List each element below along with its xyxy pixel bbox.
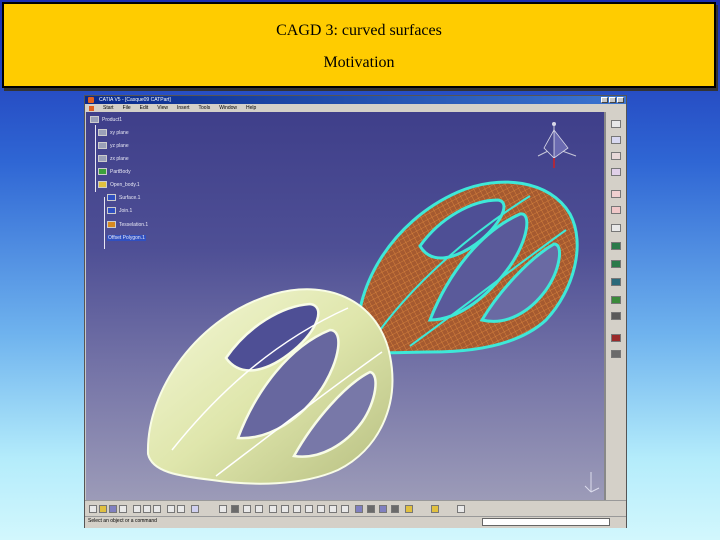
tree-item-xy-plane[interactable]: xy plane: [98, 129, 129, 136]
fit-all-icon[interactable]: [281, 505, 289, 513]
slide-subtitle: Motivation: [323, 54, 395, 71]
analysis-icon[interactable]: [611, 350, 621, 358]
menu-help[interactable]: Help: [246, 105, 256, 111]
menu-bar: Start File Edit View Insert Tools Window…: [85, 104, 626, 112]
window-title: CATIA V5 - [Casque09 CATPart]: [99, 97, 171, 103]
status-bar: Select an object or a command: [85, 516, 626, 528]
open-body-icon: [98, 181, 107, 188]
paste-icon[interactable]: [153, 505, 161, 513]
axis-indicator-icon: [584, 472, 600, 493]
zoom-in-icon[interactable]: [317, 505, 325, 513]
catia-window: CATIA V5 - [Casque09 CATPart] Start File…: [84, 95, 627, 528]
rotate-icon[interactable]: [305, 505, 313, 513]
shading-icon[interactable]: [367, 505, 375, 513]
command-input[interactable]: [482, 518, 610, 526]
right-toolbar: [605, 112, 626, 500]
menu-edit[interactable]: Edit: [140, 105, 149, 111]
measure-icon[interactable]: [231, 505, 239, 513]
close-button[interactable]: [617, 97, 624, 103]
redo-icon[interactable]: [177, 505, 185, 513]
curve-icon[interactable]: [611, 168, 621, 176]
menu-file[interactable]: File: [123, 105, 131, 111]
3d-viewport[interactable]: Product1 xy plane yz plane zx plane Part…: [86, 112, 607, 500]
layer-icon[interactable]: [457, 505, 465, 513]
print-icon[interactable]: [119, 505, 127, 513]
tree-item-surface[interactable]: Surface.1: [107, 194, 140, 201]
plane-icon: [98, 142, 107, 149]
material-icon[interactable]: [405, 505, 413, 513]
tree-item-open-body[interactable]: Open_body.1: [98, 181, 140, 188]
trim-icon[interactable]: [611, 312, 621, 320]
copy-icon[interactable]: [143, 505, 151, 513]
hide-show-icon[interactable]: [243, 505, 251, 513]
revolve-icon[interactable]: [611, 206, 621, 214]
menu-view[interactable]: View: [157, 105, 168, 111]
what-is-this-icon[interactable]: [191, 505, 199, 513]
join-icon: [107, 207, 116, 214]
blend-icon[interactable]: [611, 260, 621, 268]
properties-icon[interactable]: [431, 505, 439, 513]
slide-title-box: CAGD 3: curved surfaces Motivation: [2, 2, 716, 88]
menu-window[interactable]: Window: [219, 105, 237, 111]
iso-view-icon[interactable]: [355, 505, 363, 513]
status-prompt: Select an object or a command: [88, 518, 157, 524]
tree-item-join[interactable]: Join.1: [107, 207, 132, 214]
line-icon[interactable]: [611, 152, 621, 160]
maximize-button[interactable]: [609, 97, 616, 103]
tree-item-yz-plane[interactable]: yz plane: [98, 142, 129, 149]
fly-mode-icon[interactable]: [269, 505, 277, 513]
menu-start[interactable]: Start: [103, 105, 114, 111]
join-tool-icon[interactable]: [611, 278, 621, 286]
compass-icon[interactable]: [532, 118, 584, 174]
fill-icon[interactable]: [611, 242, 621, 250]
app-icon: [88, 97, 94, 103]
window-controls: [601, 97, 624, 103]
plane-icon: [98, 129, 107, 136]
extrude-icon[interactable]: [611, 190, 621, 198]
open-icon[interactable]: [99, 505, 107, 513]
plane-icon: [98, 155, 107, 162]
swap-space-icon[interactable]: [255, 505, 263, 513]
specification-tree: Product1 xy plane yz plane zx plane Part…: [90, 116, 220, 256]
sketch-icon[interactable]: [611, 120, 621, 128]
undo-icon[interactable]: [167, 505, 175, 513]
tree-item-offset-polygon[interactable]: Offset Polygon.1: [107, 235, 146, 241]
slide-title: CAGD 3: curved surfaces: [276, 22, 442, 39]
tree-item-product[interactable]: Product1: [90, 116, 122, 123]
tree-item-partbody[interactable]: PartBody: [98, 168, 131, 175]
menu-tools[interactable]: Tools: [199, 105, 211, 111]
partbody-icon: [98, 168, 107, 175]
tree-item-tesselation[interactable]: Tesselation.1: [107, 221, 148, 228]
minimize-button[interactable]: [601, 97, 608, 103]
split-icon[interactable]: [611, 296, 621, 304]
cut-icon[interactable]: [133, 505, 141, 513]
product-icon: [90, 116, 99, 123]
shaded-helmet-model[interactable]: [142, 280, 402, 490]
menu-insert[interactable]: Insert: [177, 105, 190, 111]
offset-icon[interactable]: [611, 334, 621, 342]
window-titlebar[interactable]: CATIA V5 - [Casque09 CATPart]: [85, 96, 626, 104]
wireframe-icon[interactable]: [391, 505, 399, 513]
document-icon[interactable]: [89, 105, 94, 111]
tesselation-icon: [107, 221, 116, 228]
shading-edges-icon[interactable]: [379, 505, 387, 513]
tree-item-zx-plane[interactable]: zx plane: [98, 155, 129, 162]
surface-icon: [107, 194, 116, 201]
formula-icon[interactable]: [219, 505, 227, 513]
zoom-out-icon[interactable]: [329, 505, 337, 513]
sweep-icon[interactable]: [611, 224, 621, 232]
normal-view-icon[interactable]: [341, 505, 349, 513]
save-icon[interactable]: [109, 505, 117, 513]
point-icon[interactable]: [611, 136, 621, 144]
pan-icon[interactable]: [293, 505, 301, 513]
new-icon[interactable]: [89, 505, 97, 513]
bottom-toolbar: [85, 500, 626, 517]
